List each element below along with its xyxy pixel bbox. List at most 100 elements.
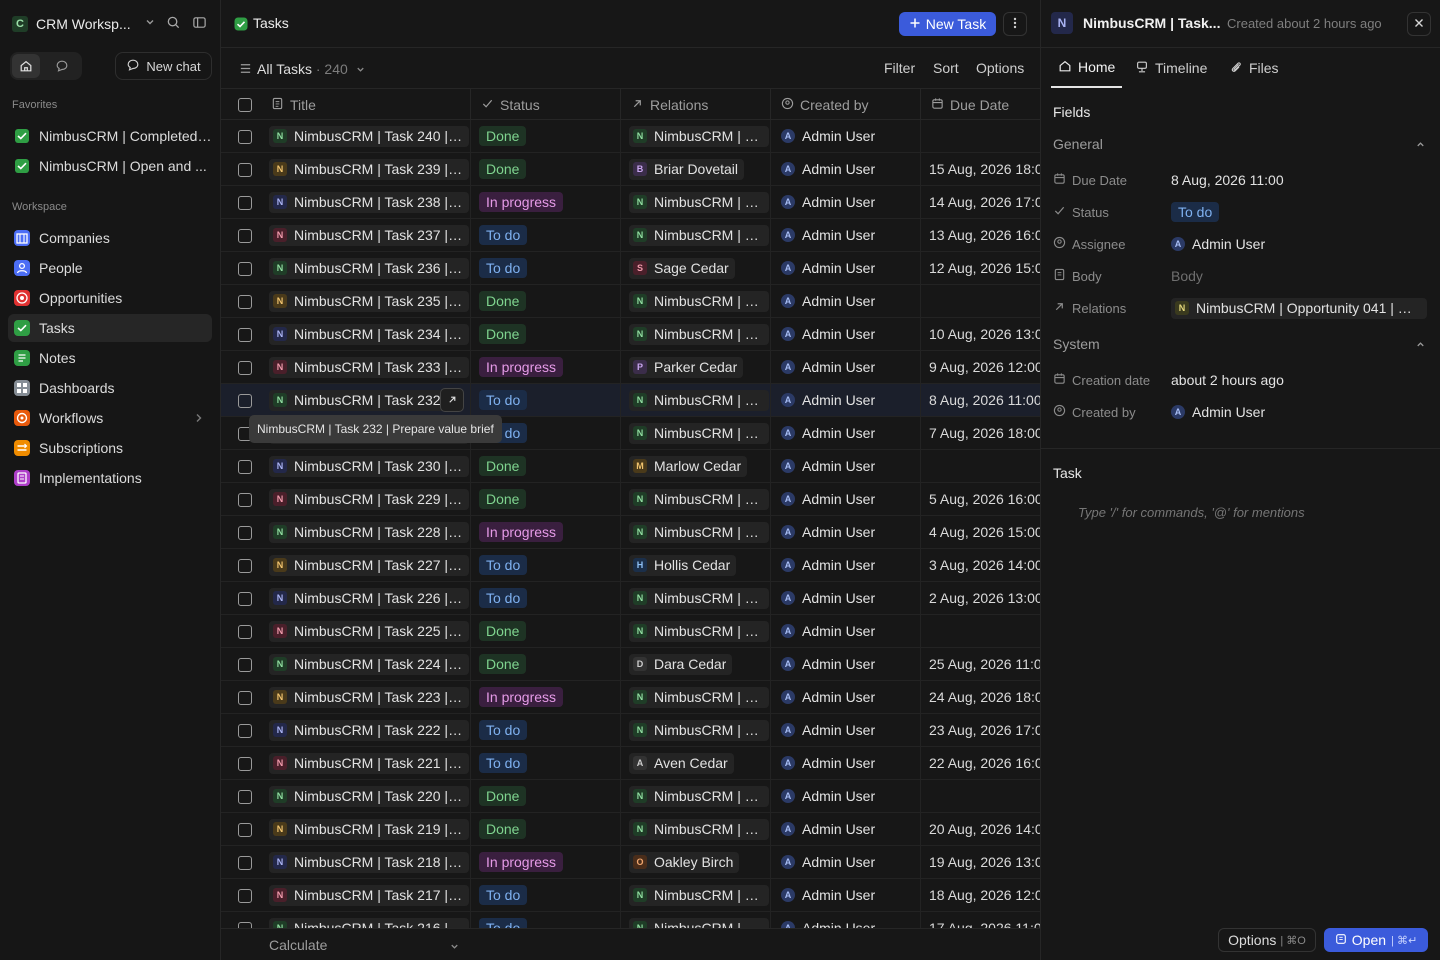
status-cell[interactable]: To do (471, 747, 621, 779)
created-by-cell[interactable]: A Admin User (771, 417, 921, 449)
row-checkbox[interactable] (238, 790, 252, 804)
body-value[interactable]: Body (1171, 268, 1203, 284)
status-value[interactable]: To do (1171, 202, 1220, 222)
chevron-down-icon[interactable] (449, 940, 460, 955)
table-row[interactable]: N NimbusCRM | Task 234 | C... Done N NimbusC… (221, 318, 1040, 351)
title-cell[interactable]: N NimbusCRM | Task 238 | C... (261, 186, 471, 218)
table-row[interactable]: N NimbusCRM | Task 227 | Dr... To do H Holli… (221, 549, 1040, 582)
row-checkbox[interactable] (238, 856, 252, 870)
due-date-cell[interactable]: 5 Aug, 2026 16:00 (921, 483, 1040, 515)
relations-cell[interactable]: N NimbusCRM | Co... (621, 714, 771, 746)
sidebar-item-people[interactable]: People (8, 254, 212, 282)
relations-cell[interactable]: M Marlow Cedar (621, 450, 771, 482)
title-cell[interactable]: N NimbusCRM | Task 217 | Dr... (261, 879, 471, 911)
column-created-by[interactable]: Created by (771, 89, 921, 120)
status-cell[interactable]: Done (471, 648, 621, 680)
created-by-cell[interactable]: A Admin User (771, 846, 921, 878)
table-row[interactable]: N NimbusCRM | Task 236 | Va... To do S Sage … (221, 252, 1040, 285)
relations-cell[interactable]: N NimbusCRM | Co... (621, 219, 771, 251)
row-checkbox[interactable] (238, 361, 252, 375)
workspace-switcher[interactable]: C CRM Worksp... (12, 12, 212, 36)
table-row[interactable]: N NimbusCRM | Task 220 | Sh... Done N Nimbus… (221, 780, 1040, 813)
title-cell[interactable]: N NimbusCRM | Task 219 | Up... (261, 813, 471, 845)
status-cell[interactable]: Done (471, 153, 621, 185)
general-group-label[interactable]: General (1053, 136, 1103, 152)
row-checkbox[interactable] (238, 625, 252, 639)
more-options-button[interactable] (1003, 12, 1027, 36)
sidebar-item-implementations[interactable]: Implementations (8, 464, 212, 492)
status-cell[interactable]: In progress (471, 351, 621, 383)
due-date-cell[interactable] (921, 780, 1040, 812)
relations-cell[interactable]: S Sage Cedar (621, 252, 771, 284)
row-checkbox[interactable] (238, 724, 252, 738)
relations-cell[interactable]: H Hollis Cedar (621, 549, 771, 581)
created-by-cell[interactable]: A Admin User (771, 912, 921, 928)
title-cell[interactable]: N NimbusCRM | Task 235 | Sc... (261, 285, 471, 317)
status-cell[interactable]: To do (471, 549, 621, 581)
due-date-cell[interactable]: 12 Aug, 2026 15:0 (921, 252, 1040, 284)
created-by-cell[interactable]: A Admin User (771, 780, 921, 812)
chevron-down-icon[interactable] (144, 16, 156, 31)
sidebar-item-dashboards[interactable]: Dashboards (8, 374, 212, 402)
created-by-cell[interactable]: A Admin User (771, 549, 921, 581)
relations-cell[interactable]: N NimbusCRM | Op... (621, 681, 771, 713)
view-switcher[interactable]: All Tasks · 240 (257, 61, 348, 77)
status-cell[interactable]: Done (471, 285, 621, 317)
status-cell[interactable]: To do (471, 219, 621, 251)
relations-cell[interactable]: N NimbusCRM | Op... (621, 186, 771, 218)
column-relations[interactable]: Relations (621, 89, 771, 120)
table-row[interactable]: N NimbusCRM | Task 217 | Dr... To do N Nimbu… (221, 879, 1040, 912)
table-row[interactable]: N NimbusCRM | Task 232 To do N NimbusCRM | O… (221, 384, 1040, 417)
due-date-cell[interactable]: 14 Aug, 2026 17:0 (921, 186, 1040, 218)
row-checkbox[interactable] (238, 823, 252, 837)
due-date-cell[interactable]: 22 Aug, 2026 16:0 (921, 747, 1040, 779)
row-checkbox[interactable] (238, 460, 252, 474)
due-date-cell[interactable]: 17 Aug, 2026 11:00 (921, 912, 1040, 928)
title-cell[interactable]: N NimbusCRM | Task 239 | U... (261, 153, 471, 185)
status-cell[interactable]: Done (471, 450, 621, 482)
table-row[interactable]: N NimbusCRM | Task 222 | Pr... To do N Nimbu… (221, 714, 1040, 747)
status-cell[interactable]: To do (471, 714, 621, 746)
title-cell[interactable]: N NimbusCRM | Task 240 | Sh... (261, 120, 471, 152)
title-cell[interactable]: N NimbusCRM | Task 216 | Val... (261, 912, 471, 928)
column-due-date[interactable]: Due Date (921, 89, 1040, 120)
table-row[interactable]: N NimbusCRM | Task 235 | Sc... Done N Nimbus… (221, 285, 1040, 318)
due-date-cell[interactable]: 20 Aug, 2026 14:0 (921, 813, 1040, 845)
row-checkbox[interactable] (238, 889, 252, 903)
created-by-cell[interactable]: A Admin User (771, 450, 921, 482)
relations-cell[interactable]: N NimbusCRM | Op... (621, 780, 771, 812)
relations-cell[interactable]: N NimbusCRM | Co... (621, 120, 771, 152)
relations-cell[interactable]: N NimbusCRM | Op... (621, 483, 771, 515)
created-by-cell[interactable]: A Admin User (771, 681, 921, 713)
column-title[interactable]: Title (261, 89, 471, 120)
table-row[interactable]: N NimbusCRM | Task 238 | C... In progress N… (221, 186, 1040, 219)
status-cell[interactable]: Done (471, 483, 621, 515)
due-date-cell[interactable]: 2 Aug, 2026 13:00 (921, 582, 1040, 614)
relations-cell[interactable]: N NimbusCRM | Op... (621, 285, 771, 317)
created-by-cell[interactable]: A Admin User (771, 285, 921, 317)
table-row[interactable]: N NimbusCRM | Task 229 | U... Done N NimbusC… (221, 483, 1040, 516)
select-all-checkbox[interactable] (238, 98, 252, 112)
table-row[interactable]: N NimbusCRM | Task 224 | C... Done D Dara Ce… (221, 648, 1040, 681)
panel-options-button[interactable]: Options | ⌘O (1218, 928, 1316, 952)
row-checkbox[interactable] (238, 658, 252, 672)
created-by-cell[interactable]: A Admin User (771, 120, 921, 152)
relations-cell[interactable]: N NimbusCRM | Co... (621, 912, 771, 928)
tab-timeline[interactable]: Timeline (1135, 48, 1207, 88)
chevron-down-icon[interactable] (355, 63, 366, 78)
table-row[interactable]: N NimbusCRM | Task 219 | Up... Done N Nimbus… (221, 813, 1040, 846)
row-checkbox[interactable] (238, 691, 252, 705)
relations-cell[interactable]: N NimbusCRM | Co... (621, 516, 771, 548)
column-status[interactable]: Status (471, 89, 621, 120)
sidebar-item-subscriptions[interactable]: Subscriptions (8, 434, 212, 462)
title-cell[interactable]: N NimbusCRM | Task 233 | Re... (261, 351, 471, 383)
due-date-cell[interactable]: 10 Aug, 2026 13:0 (921, 318, 1040, 350)
table-row[interactable]: N NimbusCRM | Task 221 | Dis... To do A Aven… (221, 747, 1040, 780)
title-cell[interactable]: N NimbusCRM | Task 221 | Dis... (261, 747, 471, 779)
status-cell[interactable]: Done (471, 318, 621, 350)
sidebar-item-tasks[interactable]: Tasks (8, 314, 212, 342)
table-row[interactable]: N NimbusCRM | Task 218 | Co... In progress… (221, 846, 1040, 879)
created-by-cell[interactable]: A Admin User (771, 879, 921, 911)
created-by-cell[interactable]: A Admin User (771, 384, 921, 416)
title-cell[interactable]: N NimbusCRM | Task 234 | C... (261, 318, 471, 350)
